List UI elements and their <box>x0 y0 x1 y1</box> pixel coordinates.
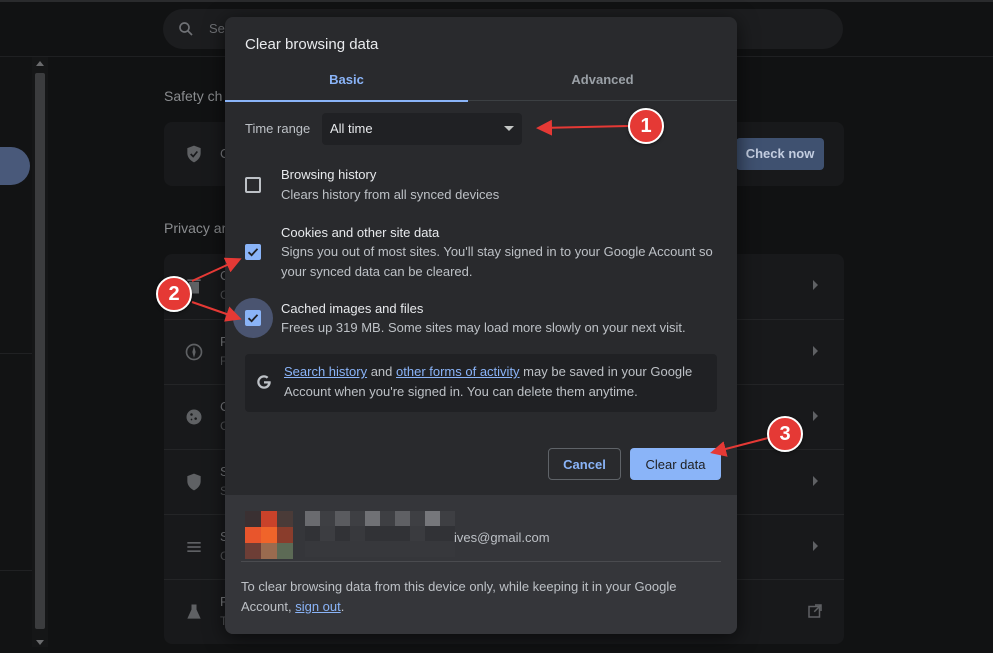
annotation-badge-3: 3 <box>767 416 803 452</box>
annotation-badge-1: 1 <box>628 108 664 144</box>
annotation-arrow-3 <box>710 437 769 457</box>
annotation-arrow-2a <box>191 257 242 282</box>
annotation-arrow-1 <box>536 119 629 136</box>
annotation-arrows <box>191 119 769 457</box>
annotation-arrow-2b <box>191 301 242 322</box>
annotation-badge-2: 2 <box>156 276 192 312</box>
